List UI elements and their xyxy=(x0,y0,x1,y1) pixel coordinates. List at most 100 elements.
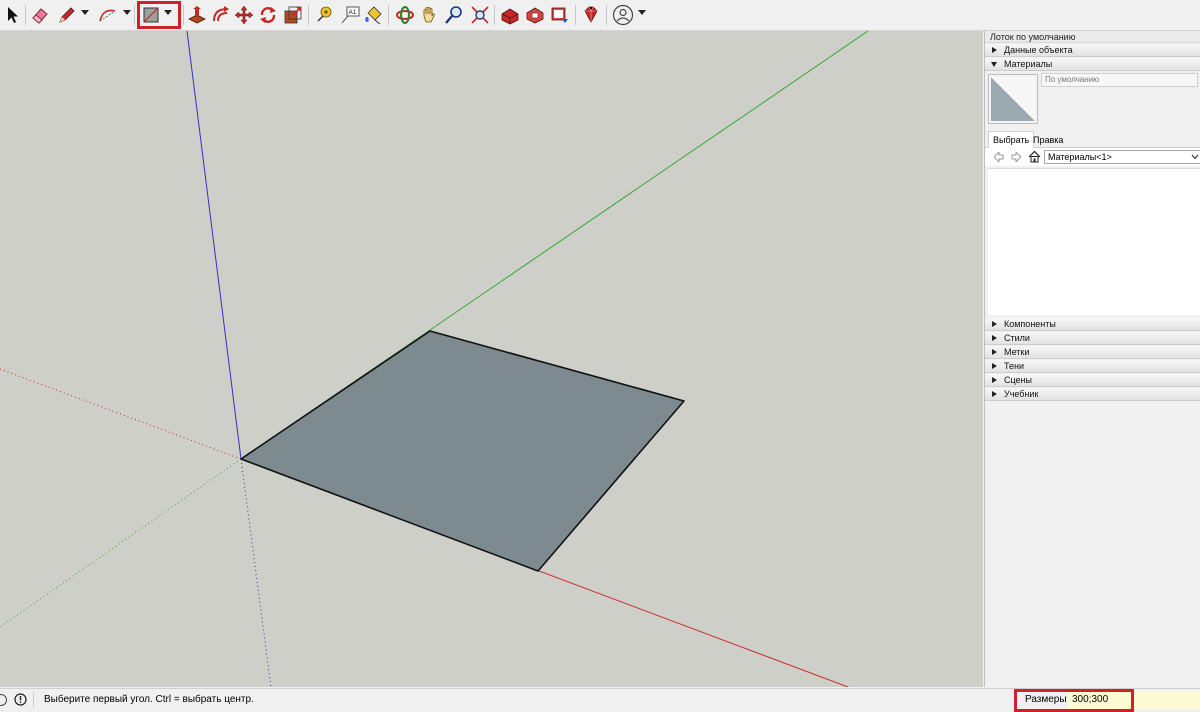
zoom-extents-tool-button[interactable] xyxy=(469,4,491,26)
text-tool-button[interactable]: A1 xyxy=(339,4,361,26)
eraser-tool-button[interactable] xyxy=(29,4,51,26)
offset-icon xyxy=(213,6,229,22)
scenes-label: Сцены xyxy=(1004,375,1032,385)
tags-header[interactable]: Метки xyxy=(985,346,1200,359)
push-pull-tool-button[interactable] xyxy=(186,4,208,26)
extension-warehouse-tool-button[interactable] xyxy=(524,4,546,26)
extension-manager-tool-button[interactable] xyxy=(580,4,602,26)
account-button[interactable] xyxy=(612,4,634,26)
tape-measure-icon xyxy=(317,6,332,22)
components-label: Компоненты xyxy=(1004,319,1056,329)
tape-measure-tool-button[interactable] xyxy=(313,4,335,26)
paint-bucket-tool-button[interactable] xyxy=(362,4,384,26)
toolbar-separator xyxy=(183,5,184,25)
paint-bucket-icon xyxy=(365,6,382,25)
hand-icon xyxy=(423,7,435,23)
entity-info-label: Данные объекта xyxy=(1004,45,1073,55)
green-axis-negative xyxy=(0,458,242,628)
material-name-field[interactable]: По умолчанию xyxy=(1041,73,1198,87)
zoom-extents-icon xyxy=(471,6,489,24)
rectangle-tool-highlight xyxy=(137,1,181,29)
scenes-header[interactable]: Сцены xyxy=(985,374,1200,387)
tab-edit[interactable]: Правка xyxy=(1030,133,1066,147)
line-tool-dropdown[interactable] xyxy=(81,10,89,15)
collapsed-arrow-icon xyxy=(992,47,997,53)
styles-label: Стили xyxy=(1004,333,1030,343)
styles-header[interactable]: Стили xyxy=(985,332,1200,345)
pan-tool-button[interactable] xyxy=(418,4,440,26)
orbit-tool-button[interactable] xyxy=(394,4,416,26)
default-material-swatch-icon xyxy=(991,77,1035,121)
tray-title: Лоток по умолчанию xyxy=(985,31,1200,43)
collapsed-arrow-icon xyxy=(992,363,997,369)
collection-select[interactable]: Материалы<1> xyxy=(1044,150,1200,164)
drawing-viewport[interactable] xyxy=(0,31,983,687)
blue-axis-positive xyxy=(186,31,242,460)
account-dropdown[interactable] xyxy=(638,10,646,15)
red-axis-negative xyxy=(0,368,242,460)
eraser-icon xyxy=(32,8,48,24)
shadows-label: Тени xyxy=(1004,361,1024,371)
user-avatar-icon xyxy=(612,4,634,26)
materials-list[interactable] xyxy=(988,168,1200,315)
arc-tool-dropdown[interactable] xyxy=(123,10,131,15)
text-icon: A1 xyxy=(341,6,360,24)
toolbar-separator xyxy=(606,5,607,25)
instructor-label: Учебник xyxy=(1004,389,1039,399)
toolbar-separator xyxy=(25,5,26,25)
collection-select-value: Материалы<1> xyxy=(1048,152,1112,162)
instructor-header[interactable]: Учебник xyxy=(985,388,1200,401)
materials-label: Материалы xyxy=(1004,59,1053,69)
zoom-tool-button[interactable] xyxy=(443,4,465,26)
warehouse-tool-button[interactable] xyxy=(499,4,521,26)
material-preview-swatch[interactable] xyxy=(988,74,1038,124)
rectangle-face[interactable] xyxy=(240,330,685,572)
collapsed-arrow-icon xyxy=(992,349,997,355)
collapsed-arrow-icon xyxy=(992,391,997,397)
text-tool-glyph: A1 xyxy=(349,9,357,16)
components-header[interactable]: Компоненты xyxy=(985,318,1200,331)
collapsed-arrow-icon xyxy=(992,321,997,327)
main-toolbar: A1 xyxy=(0,0,1200,31)
arrow-cursor-icon xyxy=(8,7,18,23)
home-icon[interactable] xyxy=(1028,150,1041,163)
info-icon[interactable] xyxy=(14,693,27,706)
arc-icon xyxy=(99,9,116,22)
arc-tool-button[interactable] xyxy=(97,4,119,26)
select-tool-button[interactable] xyxy=(2,4,24,26)
default-tray: Лоток по умолчанию Данные объекта Матери… xyxy=(984,31,1200,687)
send-to-layout-tool-button[interactable] xyxy=(549,4,571,26)
status-separator xyxy=(33,692,34,708)
toolbar-separator xyxy=(308,5,309,25)
pencil-icon xyxy=(59,7,75,23)
tab-select[interactable]: Выбрать xyxy=(988,131,1035,148)
collapsed-arrow-icon xyxy=(992,335,997,341)
shadows-header[interactable]: Тени xyxy=(985,360,1200,373)
status-bar: Выберите первый угол. Ctrl = выбрать цен… xyxy=(0,688,1200,712)
status-hint: Выберите первый угол. Ctrl = выбрать цен… xyxy=(44,694,254,705)
rotate-icon xyxy=(260,7,276,23)
toolbar-separator xyxy=(575,5,576,25)
magnifier-icon xyxy=(445,6,462,24)
chevron-down-icon xyxy=(1191,154,1199,160)
help-icon[interactable] xyxy=(0,693,8,707)
warehouse-icon xyxy=(501,8,519,25)
layout-icon xyxy=(551,7,568,23)
entity-info-header[interactable]: Данные объекта xyxy=(985,44,1200,57)
back-arrow-icon[interactable] xyxy=(994,152,1004,162)
forward-arrow-icon[interactable] xyxy=(1011,152,1021,162)
offset-tool-button[interactable] xyxy=(210,4,232,26)
push-pull-icon xyxy=(188,6,206,24)
tags-label: Метки xyxy=(1004,347,1030,357)
blue-axis-negative xyxy=(240,458,272,687)
move-tool-button[interactable] xyxy=(233,4,255,26)
expanded-arrow-icon xyxy=(991,62,997,67)
model-canvas[interactable] xyxy=(0,31,983,687)
toolbar-separator xyxy=(494,5,495,25)
line-tool-button[interactable] xyxy=(56,4,78,26)
materials-header[interactable]: Материалы xyxy=(985,58,1200,71)
extension-warehouse-icon xyxy=(526,7,544,24)
rotate-tool-button[interactable] xyxy=(257,4,279,26)
scale-tool-button[interactable] xyxy=(282,4,304,26)
toolbar-separator xyxy=(134,5,135,25)
